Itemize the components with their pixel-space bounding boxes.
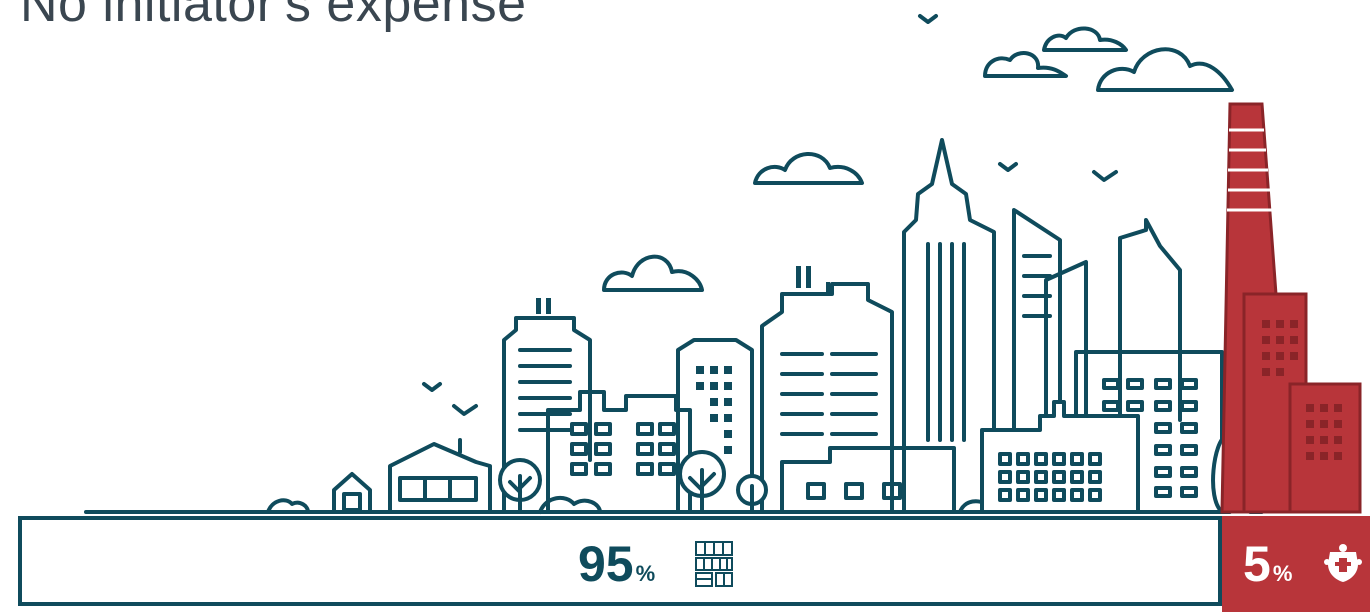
cloud-icon [753, 152, 864, 185]
bird-icon [452, 404, 478, 416]
cloud-icon [1096, 47, 1234, 92]
side-share-value: 5 % [1243, 534, 1292, 594]
main-share-symbol: % [635, 561, 656, 586]
industrial-zone [1220, 102, 1362, 514]
cloud-icon [983, 51, 1068, 78]
side-share-number: 5 [1243, 536, 1271, 592]
bird-icon [422, 382, 442, 392]
main-share-number: 95 [578, 536, 634, 592]
apartment-block [546, 390, 692, 514]
small-house [332, 472, 372, 514]
bird-icon [1092, 170, 1118, 182]
house [388, 438, 492, 514]
monogoroda-rf-logo-icon [695, 541, 733, 587]
bird-icon [998, 162, 1018, 172]
bird-icon [918, 14, 938, 24]
side-share-symbol: % [1272, 561, 1293, 586]
cloud-icon [602, 254, 704, 292]
red-building [1288, 382, 1362, 514]
low-block [780, 446, 956, 514]
coat-of-arms-emblem-icon [1324, 544, 1362, 582]
tree-icon [678, 450, 726, 514]
factory-block [980, 400, 1140, 514]
main-share-value: 95 % [578, 534, 655, 594]
cloud-icon [1042, 26, 1128, 52]
